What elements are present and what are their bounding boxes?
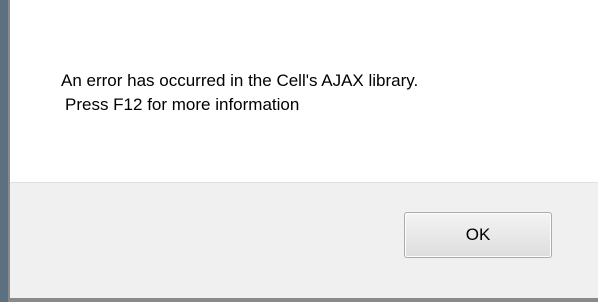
error-dialog: An error has occurred in the Cell's AJAX… xyxy=(8,0,598,302)
error-message-line-2: Press F12 for more information xyxy=(65,95,300,114)
error-message: An error has occurred in the Cell's AJAX… xyxy=(61,69,418,117)
error-message-line-1: An error has occurred in the Cell's AJAX… xyxy=(61,71,419,90)
dialog-body: An error has occurred in the Cell's AJAX… xyxy=(10,0,598,182)
ok-button[interactable]: OK xyxy=(404,212,552,258)
dialog-footer: OK xyxy=(10,182,598,298)
